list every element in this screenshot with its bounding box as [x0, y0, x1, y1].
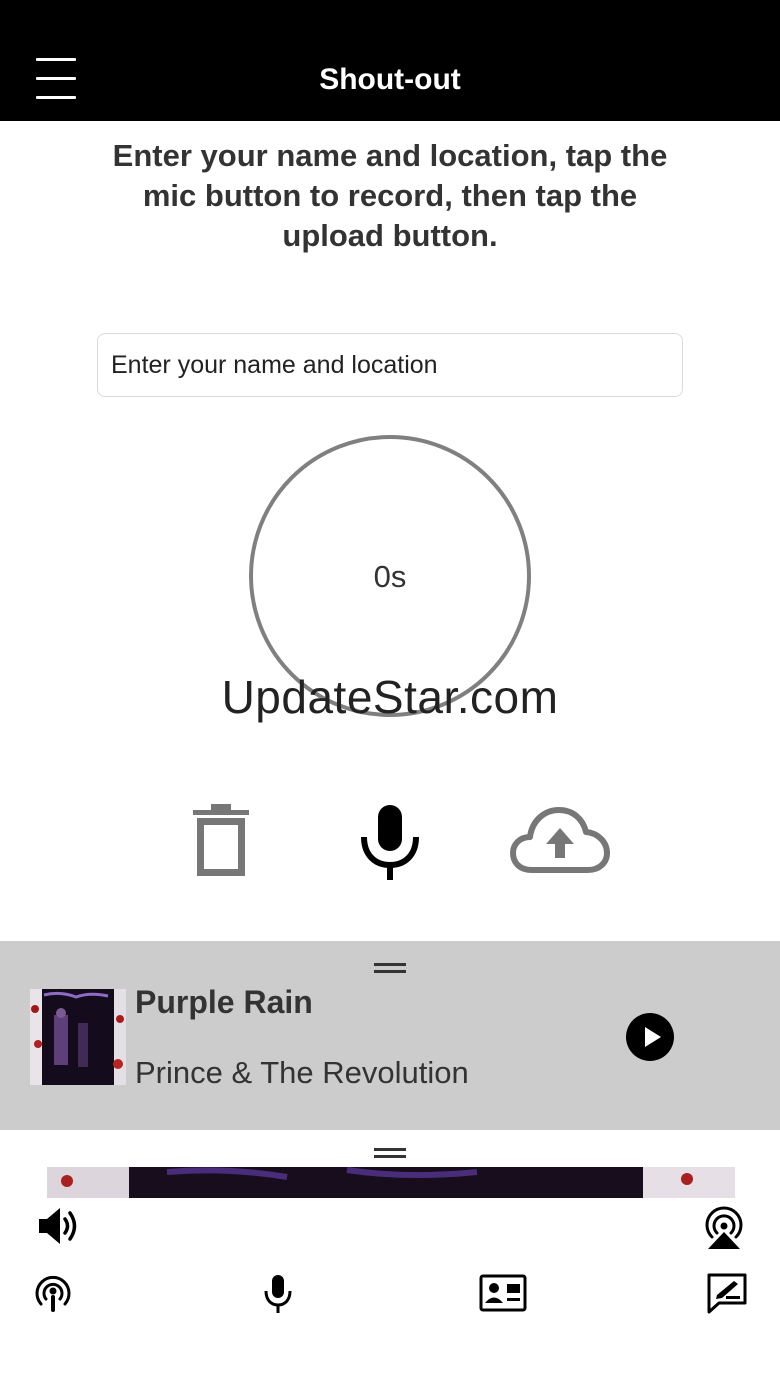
- recording-timer-label: 0s: [373, 559, 407, 594]
- trash-icon[interactable]: [190, 803, 252, 877]
- track-title: Purple Rain: [135, 984, 313, 1020]
- cloud-upload-icon[interactable]: [510, 806, 610, 874]
- name-location-input[interactable]: [97, 333, 683, 397]
- track-artist: Prince & The Revolution: [135, 1055, 469, 1090]
- airplay-icon[interactable]: [700, 1204, 748, 1250]
- microphone-icon[interactable]: [262, 1274, 294, 1314]
- page-title: Shout-out: [319, 63, 461, 96]
- watermark-text: UpdateStar.com: [221, 671, 559, 723]
- app-header: Shout-out: [0, 0, 780, 121]
- drag-handle-icon[interactable]: [374, 963, 406, 973]
- contact-card-icon[interactable]: [479, 1274, 527, 1312]
- drawer-handle-icon[interactable]: [374, 1148, 406, 1158]
- play-button[interactable]: [626, 1013, 674, 1061]
- play-icon: [645, 1027, 661, 1047]
- album-banner-image: [47, 1167, 735, 1198]
- album-art: [30, 989, 126, 1085]
- microphone-record-icon[interactable]: [358, 803, 422, 881]
- volume-icon[interactable]: [36, 1205, 82, 1247]
- instructions-text: Enter your name and location, tap the mi…: [112, 138, 668, 253]
- podcast-icon[interactable]: [32, 1272, 74, 1314]
- compose-message-icon[interactable]: [706, 1272, 748, 1314]
